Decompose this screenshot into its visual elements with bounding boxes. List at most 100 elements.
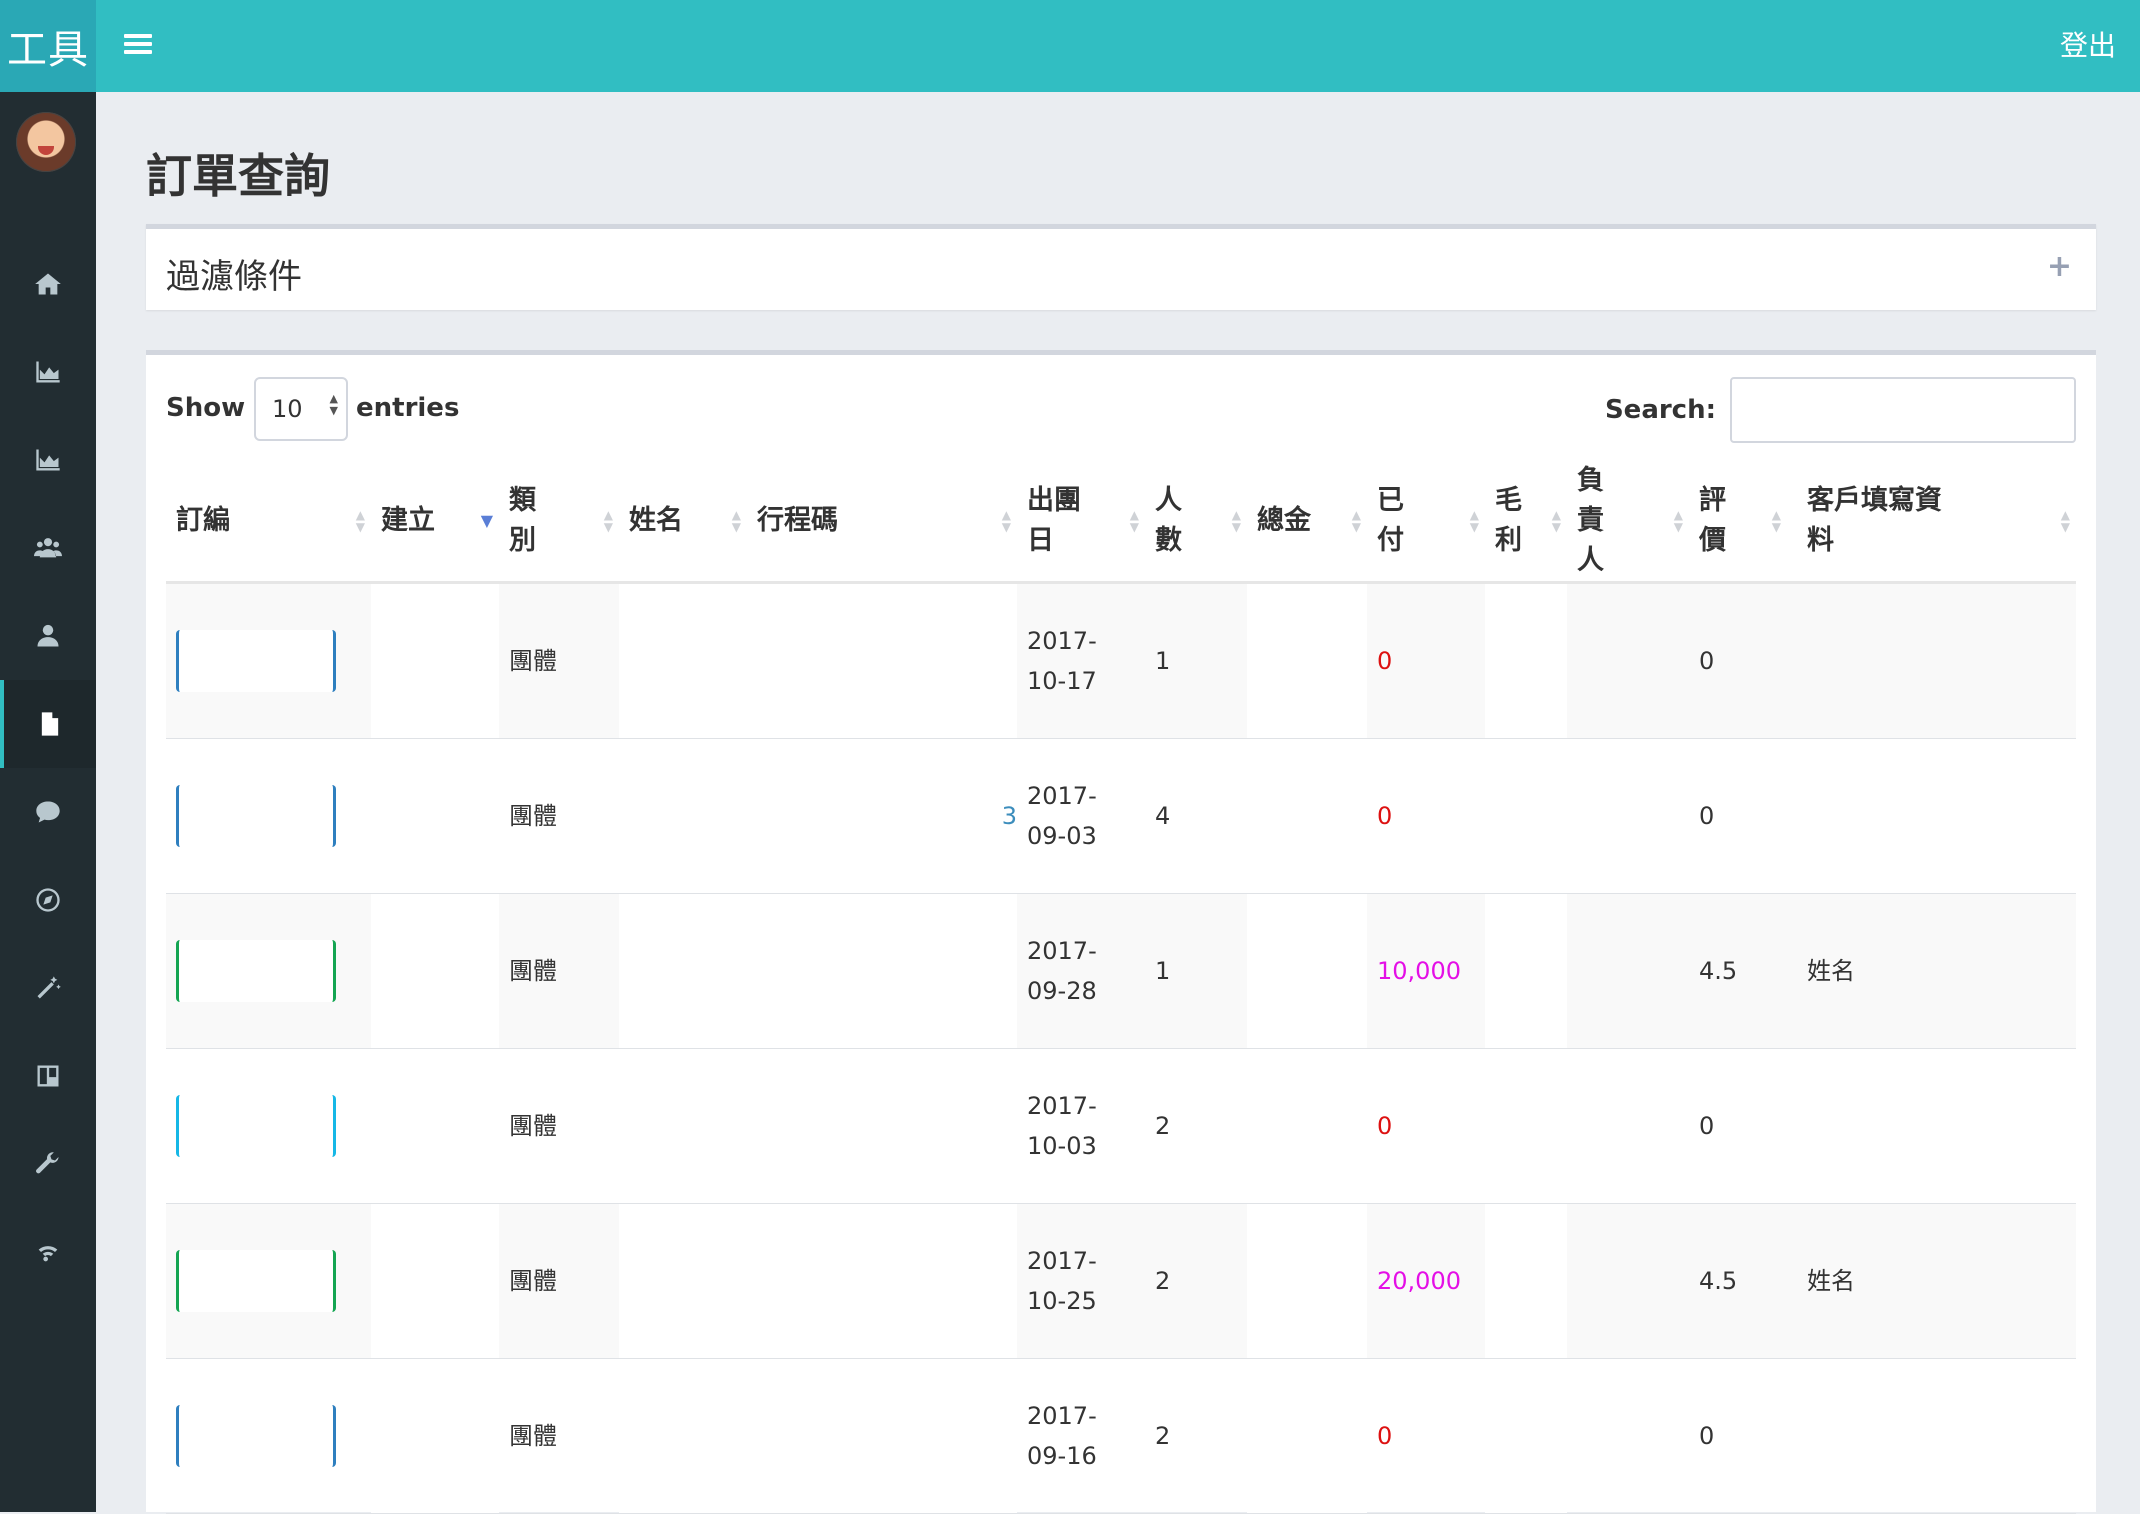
cell-created xyxy=(371,893,499,1049)
cell-name xyxy=(619,1203,747,1359)
sidebar-item-chart-1[interactable] xyxy=(0,328,96,416)
column-header-paid[interactable]: 已付 ▲ ▼ xyxy=(1367,461,1485,584)
column-label: 建立 xyxy=(381,505,435,536)
cell-type: 團體 xyxy=(499,582,619,739)
order-number-button[interactable] xyxy=(176,630,336,692)
sidebar-item-orders[interactable] xyxy=(0,680,96,768)
filter-panel: 過濾條件 + xyxy=(146,224,2096,310)
cell-total xyxy=(1247,893,1367,1049)
cell-order-no xyxy=(166,893,371,1049)
column-label: 姓名 xyxy=(629,505,683,536)
cell-rating: 0 xyxy=(1689,1358,1787,1514)
cell-total xyxy=(1247,1203,1367,1359)
show-label: Show xyxy=(166,393,246,423)
order-number-button[interactable] xyxy=(176,785,336,847)
column-header-departure-date[interactable]: 出團日 ▲ ▼ xyxy=(1017,461,1145,584)
cell-departure-date: 2017-09-28 xyxy=(1017,893,1145,1049)
column-header-order-no[interactable]: 訂編 ▲ ▼ xyxy=(166,461,371,584)
sort-icon: ▲ ▼ xyxy=(1551,508,1561,534)
sort-icon: ▲ ▼ xyxy=(1771,508,1781,534)
order-number-button[interactable] xyxy=(176,1250,336,1312)
cell-departure-date: 2017-09-16 xyxy=(1017,1358,1145,1514)
column-header-people[interactable]: 人數 ▲ ▼ xyxy=(1145,461,1247,584)
app-logo[interactable]: 工具 xyxy=(0,0,96,92)
table-row: 團體 2017-09-28 1 10,000 4.5 姓名 xyxy=(166,893,2076,1049)
column-header-rating[interactable]: 評價 ▲ ▼ xyxy=(1689,461,1787,584)
order-number-button[interactable] xyxy=(176,940,336,1002)
table-header-row: 訂編 ▲ ▼ 建立 ▼ 類別 ▲ ▼ 姓名 ▲ ▼ 行程碼 ▲ ▼ 出團日 ▲ ▼ 人數 ▲ … xyxy=(166,461,2076,584)
cell-people: 1 xyxy=(1145,582,1247,739)
cell-name xyxy=(619,1048,747,1204)
cell-created xyxy=(371,1358,499,1514)
cell-total xyxy=(1247,1048,1367,1204)
column-label: 客戶填寫資料 xyxy=(1807,485,1942,556)
column-header-margin[interactable]: 毛利 ▲ ▼ xyxy=(1485,461,1567,584)
sidebar-item-chart-2[interactable] xyxy=(0,416,96,504)
cell-rating: 0 xyxy=(1689,738,1787,894)
cell-margin xyxy=(1485,893,1567,1049)
page-title: 訂單查詢 xyxy=(146,149,330,203)
sidebar-item-compass[interactable] xyxy=(0,856,96,944)
menu-toggle-icon[interactable] xyxy=(124,30,152,58)
sort-icon: ▲ ▼ xyxy=(1001,508,1011,534)
search-input[interactable] xyxy=(1730,377,2076,443)
user-icon xyxy=(37,624,59,647)
wifi-icon xyxy=(38,1246,58,1262)
file-icon xyxy=(41,712,59,736)
cell-departure-date: 2017-10-25 xyxy=(1017,1203,1145,1359)
cell-owner xyxy=(1567,1048,1689,1204)
sort-icon: ▲ ▼ xyxy=(731,508,741,534)
sidebar-item-home[interactable] xyxy=(0,240,96,328)
cell-created xyxy=(371,1048,499,1204)
column-header-client-info[interactable]: 客戶填寫資料 ▲ ▼ xyxy=(1787,461,2076,584)
sort-icon: ▲ ▼ xyxy=(1673,508,1683,534)
column-header-created[interactable]: 建立 ▼ xyxy=(371,461,499,584)
logout-button[interactable]: 登出 xyxy=(2060,24,2116,64)
column-label: 負責人 xyxy=(1577,465,1604,576)
sidebar-item-user[interactable] xyxy=(0,592,96,680)
cell-rating: 4.5 xyxy=(1689,893,1787,1049)
cell-type: 團體 xyxy=(499,1048,619,1204)
sort-icon: ▲ ▼ xyxy=(603,508,613,534)
cell-paid: 10,000 xyxy=(1367,893,1485,1049)
entries-length-select[interactable]: 10 xyxy=(254,377,348,441)
column-header-itinerary-code[interactable]: 行程碼 ▲ ▼ xyxy=(747,461,1017,584)
itinerary-code-link[interactable]: 3 xyxy=(1002,802,1017,830)
cell-paid: 0 xyxy=(1367,1048,1485,1204)
cell-client-info xyxy=(1787,738,2076,894)
cell-owner xyxy=(1567,1203,1689,1359)
cell-margin xyxy=(1485,582,1567,739)
sort-icon: ▲ ▼ xyxy=(1231,508,1241,534)
cell-rating: 0 xyxy=(1689,1048,1787,1204)
filter-title: 過濾條件 xyxy=(166,257,302,297)
cell-margin xyxy=(1485,1358,1567,1514)
cell-margin xyxy=(1485,738,1567,894)
column-header-type[interactable]: 類別 ▲ ▼ xyxy=(499,461,619,584)
cell-owner xyxy=(1567,893,1689,1049)
order-number-button[interactable] xyxy=(176,1095,336,1157)
cell-order-no xyxy=(166,582,371,739)
sidebar-item-magic[interactable] xyxy=(0,944,96,1032)
cell-order-no xyxy=(166,1358,371,1514)
sidebar-item-tools[interactable] xyxy=(0,1120,96,1208)
sidebar-item-comments[interactable] xyxy=(0,768,96,856)
sort-icon: ▲ ▼ xyxy=(1469,508,1479,534)
cell-itinerary-code: 3 xyxy=(747,738,1017,894)
order-number-button[interactable] xyxy=(176,1405,336,1467)
column-header-name[interactable]: 姓名 ▲ ▼ xyxy=(619,461,747,584)
sidebar-item-wifi[interactable] xyxy=(0,1208,96,1296)
sidebar-item-group[interactable] xyxy=(0,504,96,592)
top-navbar: 登出 xyxy=(96,0,2140,92)
cell-itinerary-code xyxy=(747,1048,1017,1204)
cell-margin xyxy=(1485,1203,1567,1359)
column-label: 已付 xyxy=(1377,485,1404,556)
cell-rating: 0 xyxy=(1689,582,1787,739)
column-header-owner[interactable]: 負責人 ▲ ▼ xyxy=(1567,461,1689,584)
table-row: 團體 2017-10-03 2 0 0 xyxy=(166,1048,2076,1204)
expand-plus-icon[interactable]: + xyxy=(2047,249,2072,284)
avatar[interactable] xyxy=(16,112,76,172)
column-header-total[interactable]: 總金 ▲ ▼ xyxy=(1247,461,1367,584)
wrench-icon xyxy=(36,1152,59,1174)
column-label: 訂編 xyxy=(176,505,230,536)
sidebar-item-board[interactable] xyxy=(0,1032,96,1120)
